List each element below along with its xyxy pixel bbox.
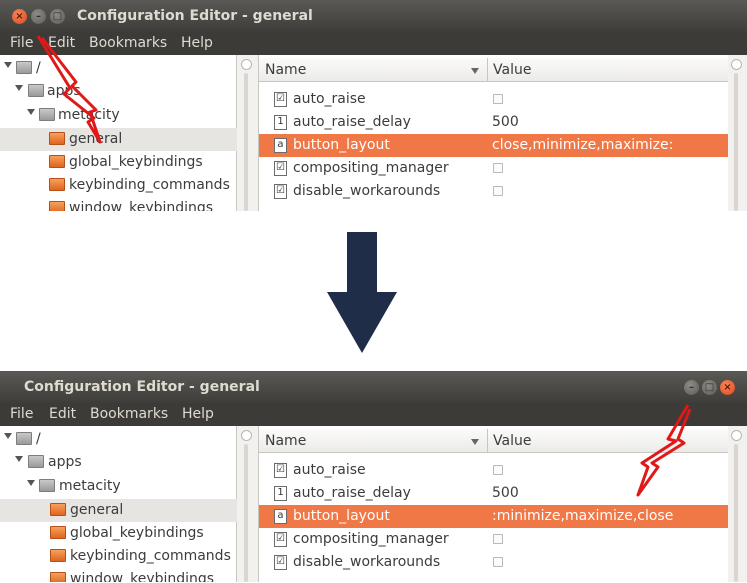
key-tree: / apps metacity general global_keybindin… bbox=[0, 426, 237, 582]
table-row-button-layout[interactable]: a button_layout :minimize,maximize,close bbox=[259, 505, 729, 528]
column-name-header[interactable]: Name bbox=[265, 62, 306, 78]
checkbox-type-icon: ☑ bbox=[274, 532, 287, 547]
folder-orange-icon bbox=[49, 201, 65, 211]
folder-orange-icon bbox=[49, 178, 65, 191]
maximize-window-icon[interactable]: □ bbox=[702, 380, 717, 395]
folder-gray-icon bbox=[39, 479, 55, 492]
window-titlebar: Configuration Editor - general – □ × bbox=[0, 371, 747, 403]
table-header: Name Value bbox=[259, 58, 729, 82]
table-row[interactable]: ☑ disable_workarounds bbox=[259, 551, 729, 574]
folder-gray-icon bbox=[16, 432, 32, 445]
sort-arrow-icon[interactable] bbox=[471, 439, 479, 445]
annotation-lightning-icon bbox=[636, 404, 692, 497]
tree-item-root[interactable]: / bbox=[0, 428, 237, 451]
down-arrow-icon bbox=[327, 232, 397, 353]
table-row[interactable]: ☑ compositing_manager bbox=[259, 528, 729, 551]
tree-item-general[interactable]: general bbox=[0, 499, 237, 522]
table-row[interactable]: ☑ compositing_manager bbox=[259, 157, 729, 180]
string-type-icon: a bbox=[274, 138, 287, 153]
screenshot-after: Configuration Editor - general – □ × Fil… bbox=[0, 371, 747, 582]
tree-item-global-keybindings[interactable]: global_keybindings bbox=[0, 522, 237, 545]
bool-checkbox[interactable] bbox=[493, 557, 503, 567]
tree-item-keybinding-commands[interactable]: keybinding_commands bbox=[0, 545, 237, 568]
folder-orange-icon bbox=[50, 572, 66, 582]
tree-item-window-keybindings[interactable]: window_keybindings bbox=[0, 197, 237, 211]
close-window-icon[interactable]: × bbox=[720, 380, 735, 395]
tree-item-metacity[interactable]: metacity bbox=[0, 475, 237, 498]
window-title: Configuration Editor - general bbox=[77, 8, 313, 24]
table-scrollbar[interactable] bbox=[728, 55, 747, 211]
maximize-window-icon[interactable]: □ bbox=[50, 9, 65, 24]
bool-checkbox[interactable] bbox=[493, 186, 503, 196]
table-scrollbar[interactable] bbox=[728, 426, 747, 582]
column-name-header[interactable]: Name bbox=[265, 433, 306, 449]
checkbox-type-icon: ☑ bbox=[274, 463, 287, 478]
bool-checkbox[interactable] bbox=[493, 534, 503, 544]
folder-gray-icon bbox=[28, 455, 44, 468]
button-layout-value[interactable]: :minimize,maximize,close bbox=[492, 508, 673, 524]
bool-checkbox[interactable] bbox=[493, 94, 503, 104]
bool-checkbox[interactable] bbox=[493, 465, 503, 475]
tree-scrollbar[interactable] bbox=[237, 55, 257, 211]
column-value-header[interactable]: Value bbox=[493, 433, 531, 449]
string-type-icon: a bbox=[274, 509, 287, 524]
integer-type-icon: 1 bbox=[274, 486, 287, 501]
table-row[interactable]: 1 auto_raise_delay 500 bbox=[259, 111, 729, 134]
folder-orange-icon bbox=[50, 549, 66, 562]
tree-scrollbar[interactable] bbox=[237, 426, 257, 582]
bool-checkbox[interactable] bbox=[493, 163, 503, 173]
minimize-window-icon[interactable]: – bbox=[31, 9, 46, 24]
tree-item-apps[interactable]: apps bbox=[0, 451, 237, 474]
screenshot-before: × – □ Configuration Editor - general Fil… bbox=[0, 0, 747, 211]
sort-arrow-icon[interactable] bbox=[471, 68, 479, 74]
annotation-lightning-icon bbox=[36, 35, 102, 144]
menu-file[interactable]: File bbox=[10, 406, 33, 422]
tree-item-keybinding-commands[interactable]: keybinding_commands bbox=[0, 174, 237, 197]
integer-type-icon: 1 bbox=[274, 115, 287, 130]
button-layout-value[interactable]: close,minimize,maximize: bbox=[492, 137, 673, 153]
minimize-window-icon[interactable]: – bbox=[684, 380, 699, 395]
menu-bookmarks[interactable]: Bookmarks bbox=[90, 406, 168, 422]
tree-item-window-keybindings[interactable]: window_keybindings bbox=[0, 568, 237, 582]
checkbox-type-icon: ☑ bbox=[274, 92, 287, 107]
column-value-header[interactable]: Value bbox=[493, 62, 531, 78]
values-table: Name Value ☑ auto_raise 1 auto_raise_del… bbox=[258, 55, 729, 211]
tree-item-global-keybindings[interactable]: global_keybindings bbox=[0, 151, 237, 174]
menu-help[interactable]: Help bbox=[182, 406, 214, 422]
checkbox-type-icon: ☑ bbox=[274, 184, 287, 199]
close-window-icon[interactable]: × bbox=[12, 9, 27, 24]
window-titlebar: × – □ Configuration Editor - general bbox=[0, 0, 747, 32]
checkbox-type-icon: ☑ bbox=[274, 161, 287, 176]
menu-edit[interactable]: Edit bbox=[49, 406, 76, 422]
table-row[interactable]: ☑ disable_workarounds bbox=[259, 180, 729, 203]
folder-orange-icon bbox=[50, 526, 66, 539]
window-title: Configuration Editor - general bbox=[24, 379, 260, 395]
table-row[interactable]: ☑ auto_raise bbox=[259, 88, 729, 111]
folder-orange-icon bbox=[49, 155, 65, 168]
folder-orange-icon bbox=[50, 503, 66, 516]
menu-help[interactable]: Help bbox=[181, 35, 213, 51]
checkbox-type-icon: ☑ bbox=[274, 555, 287, 570]
table-row-button-layout[interactable]: a button_layout close,minimize,maximize: bbox=[259, 134, 729, 157]
